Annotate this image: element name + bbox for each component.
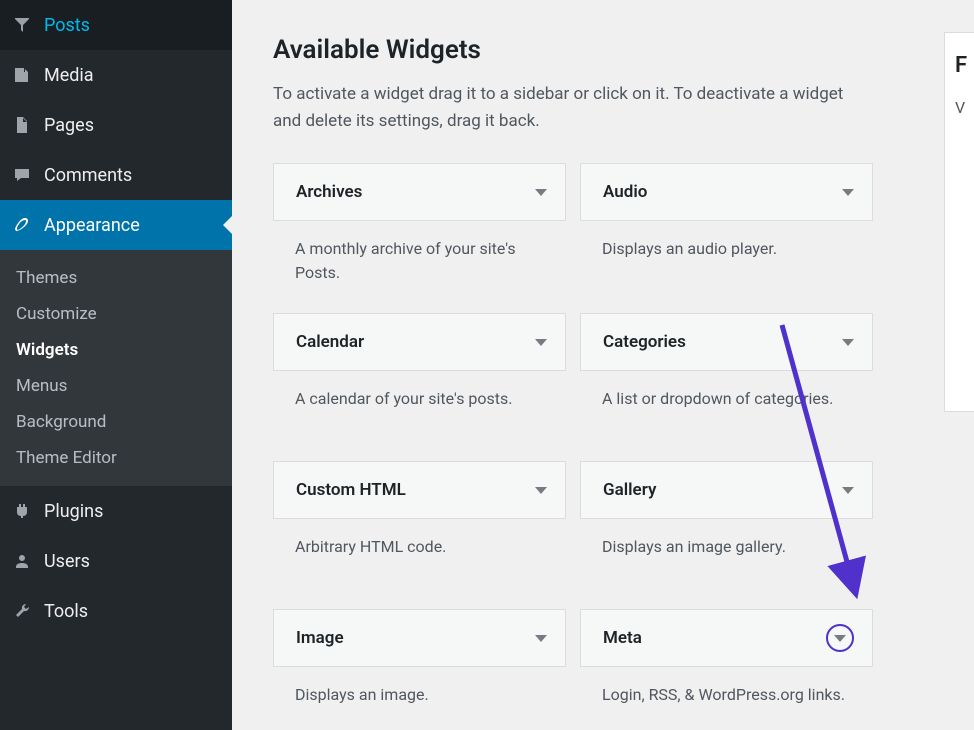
chevron-down-icon [842, 487, 854, 494]
sidebar-item-label: Tools [44, 601, 88, 622]
sidebar-item-users[interactable]: Users [0, 536, 232, 586]
page-description: To activate a widget drag it to a sideba… [273, 81, 873, 135]
widget-description: Displays an image. [273, 667, 566, 730]
widget-title: Meta [603, 628, 642, 648]
widget-description: Displays an image gallery. [580, 519, 873, 609]
sidebar-item-label: Posts [44, 15, 90, 36]
sidebar-item-label: Pages [44, 115, 94, 136]
widget-description: Login, RSS, & WordPress.org links. [580, 667, 873, 730]
sidebar-item-label: Users [44, 551, 90, 572]
submenu-item-theme-editor[interactable]: Theme Editor [0, 440, 232, 476]
sidebar-item-comments[interactable]: Comments [0, 150, 232, 200]
sidebar-item-label: Media [44, 65, 94, 86]
sidebar-item-label: Plugins [44, 501, 103, 522]
sidebar-item-label: Comments [44, 165, 132, 186]
appearance-submenu: Themes Customize Widgets Menus Backgroun… [0, 250, 232, 486]
chevron-down-icon [842, 339, 854, 346]
users-icon [12, 551, 32, 571]
widget-description: Displays an audio player. [580, 221, 873, 311]
chevron-down-icon [535, 635, 547, 642]
widget-meta[interactable]: Meta [580, 609, 873, 667]
brush-icon [12, 215, 32, 235]
main-content: Available Widgets To activate a widget d… [232, 0, 974, 730]
chevron-down-icon [826, 624, 854, 652]
widget-title: Image [296, 628, 344, 648]
submenu-item-customize[interactable]: Customize [0, 296, 232, 332]
widget-description: A calendar of your site's posts. [273, 371, 566, 461]
widget-title: Archives [296, 182, 362, 202]
widget-description: Arbitrary HTML code. [273, 519, 566, 609]
pages-icon [12, 115, 32, 135]
widget-title: Calendar [296, 332, 364, 352]
tools-icon [12, 601, 32, 621]
chevron-down-icon [535, 189, 547, 196]
widget-title: Gallery [603, 480, 656, 500]
sidebar-item-plugins[interactable]: Plugins [0, 486, 232, 536]
widget-categories[interactable]: Categories [580, 313, 873, 371]
sidebar-item-label: Appearance [44, 215, 140, 236]
sidebar-item-posts[interactable]: Posts [0, 0, 232, 50]
widget-title: Custom HTML [296, 480, 406, 500]
admin-sidebar: Posts Media Pages Comments Appearance Th… [0, 0, 232, 730]
widget-image[interactable]: Image [273, 609, 566, 667]
panel-title-fragment: F [955, 53, 965, 78]
sidebar-item-pages[interactable]: Pages [0, 100, 232, 150]
submenu-item-menus[interactable]: Menus [0, 368, 232, 404]
media-icon [12, 65, 32, 85]
widget-area-panel[interactable]: F V [944, 32, 974, 412]
pin-icon [12, 15, 32, 35]
widget-title: Audio [603, 182, 647, 202]
submenu-item-background[interactable]: Background [0, 404, 232, 440]
submenu-item-themes[interactable]: Themes [0, 260, 232, 296]
widget-gallery[interactable]: Gallery [580, 461, 873, 519]
page-title: Available Widgets [273, 35, 954, 65]
widget-title: Categories [603, 332, 686, 352]
widget-custom-html[interactable]: Custom HTML [273, 461, 566, 519]
widget-description: A list or dropdown of categories. [580, 371, 873, 461]
widget-archives[interactable]: Archives [273, 163, 566, 221]
comments-icon [12, 165, 32, 185]
sidebar-item-tools[interactable]: Tools [0, 586, 232, 636]
widget-description: A monthly archive of your site's Posts. [273, 221, 566, 313]
submenu-item-widgets[interactable]: Widgets [0, 332, 232, 368]
panel-desc-fragment: V [955, 98, 965, 117]
chevron-down-icon [535, 487, 547, 494]
widget-audio[interactable]: Audio [580, 163, 873, 221]
chevron-down-icon [842, 189, 854, 196]
widget-calendar[interactable]: Calendar [273, 313, 566, 371]
sidebar-item-media[interactable]: Media [0, 50, 232, 100]
sidebar-item-appearance[interactable]: Appearance [0, 200, 232, 250]
widgets-grid: Archives A monthly archive of your site'… [273, 163, 954, 730]
chevron-down-icon [535, 339, 547, 346]
plugin-icon [12, 501, 32, 521]
